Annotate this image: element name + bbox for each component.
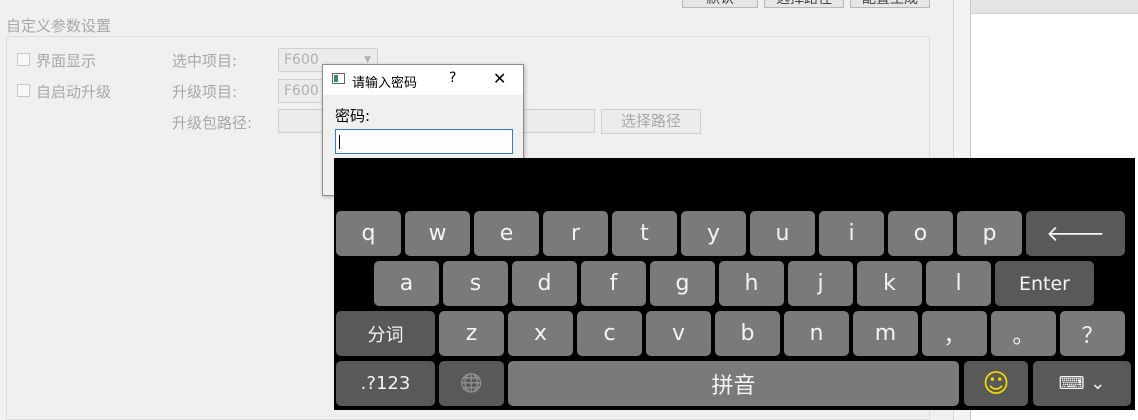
display-checkbox[interactable] — [17, 53, 30, 66]
symbols-key[interactable]: .?123 — [336, 361, 435, 406]
key-w[interactable]: w — [405, 211, 470, 256]
display-checkbox-label: 界面显示 — [36, 52, 97, 70]
package-path-label: 升级包路径: — [172, 114, 253, 132]
key-j[interactable]: j — [788, 261, 853, 306]
key-u[interactable]: u — [750, 211, 815, 256]
autoupgrade-checkbox[interactable] — [17, 84, 30, 97]
close-button[interactable]: ✕ — [493, 69, 506, 88]
upgrade-item-label: 升级项目: — [172, 83, 238, 101]
virtual-keyboard: q w e r t y u i o p 🡐 a s d f g h j k l … — [334, 158, 1135, 410]
autoupgrade-checkbox-label: 自启动升级 — [36, 83, 112, 101]
key-y[interactable]: y — [681, 211, 746, 256]
key-p[interactable]: p — [957, 211, 1022, 256]
key-l[interactable]: l — [926, 261, 991, 306]
key-b[interactable]: b — [715, 311, 780, 356]
select-path-top-button[interactable]: 选择路径 — [764, 0, 844, 8]
key-k[interactable]: k — [857, 261, 922, 306]
window-app-icon — [332, 73, 345, 84]
key-m[interactable]: m — [853, 311, 918, 356]
key-v[interactable]: v — [646, 311, 711, 356]
key-z[interactable]: z — [439, 311, 504, 356]
config-generate-button[interactable]: 配置生成 — [850, 0, 930, 8]
emoji-icon: ☺ — [982, 368, 1010, 399]
key-question[interactable]: ？ — [1060, 311, 1125, 356]
hide-keyboard-key[interactable]: ⌨ ⌄ — [1033, 361, 1131, 406]
globe-icon: 🌐 — [460, 373, 483, 394]
password-input[interactable] — [335, 129, 513, 154]
key-x[interactable]: x — [508, 311, 573, 356]
key-period[interactable]: 。 — [991, 311, 1056, 356]
key-o[interactable]: o — [888, 211, 953, 256]
password-label: 密码: — [335, 107, 371, 125]
key-e[interactable]: e — [474, 211, 539, 256]
key-h[interactable]: h — [719, 261, 784, 306]
backspace-icon: 🡐 — [1046, 221, 1105, 247]
default-button[interactable]: 默认 — [682, 0, 758, 8]
key-q[interactable]: q — [336, 211, 401, 256]
key-t[interactable]: t — [612, 211, 677, 256]
selected-item-label: 选中项目: — [172, 52, 238, 70]
help-button[interactable]: ? — [449, 70, 456, 86]
enter-key[interactable]: Enter — [995, 261, 1094, 306]
right-panel-header — [971, 0, 1138, 14]
group-title: 自定义参数设置 — [6, 17, 112, 35]
emoji-key[interactable]: ☺ — [964, 361, 1028, 406]
key-g[interactable]: g — [650, 261, 715, 306]
segment-key[interactable]: 分词 — [336, 311, 435, 356]
key-c[interactable]: c — [577, 311, 642, 356]
selected-item-value: F600 — [284, 52, 319, 68]
key-f[interactable]: f — [581, 261, 646, 306]
space-key[interactable]: 拼音 — [508, 361, 959, 406]
key-r[interactable]: r — [543, 211, 608, 256]
language-key[interactable]: 🌐 — [439, 361, 504, 406]
key-n[interactable]: n — [784, 311, 849, 356]
key-comma[interactable]: ， — [922, 311, 987, 356]
backspace-key[interactable]: 🡐 — [1026, 211, 1125, 256]
text-caret — [339, 135, 340, 149]
upgrade-item-value: F600 — [284, 83, 319, 99]
key-a[interactable]: a — [374, 261, 439, 306]
select-path-button[interactable]: 选择路径 — [601, 109, 701, 134]
key-s[interactable]: s — [443, 261, 508, 306]
key-d[interactable]: d — [512, 261, 577, 306]
keyboard-hide-icon: ⌨ ⌄ — [1058, 373, 1106, 394]
key-i[interactable]: i — [819, 211, 884, 256]
dialog-title: 请输入密码 — [352, 76, 418, 91]
